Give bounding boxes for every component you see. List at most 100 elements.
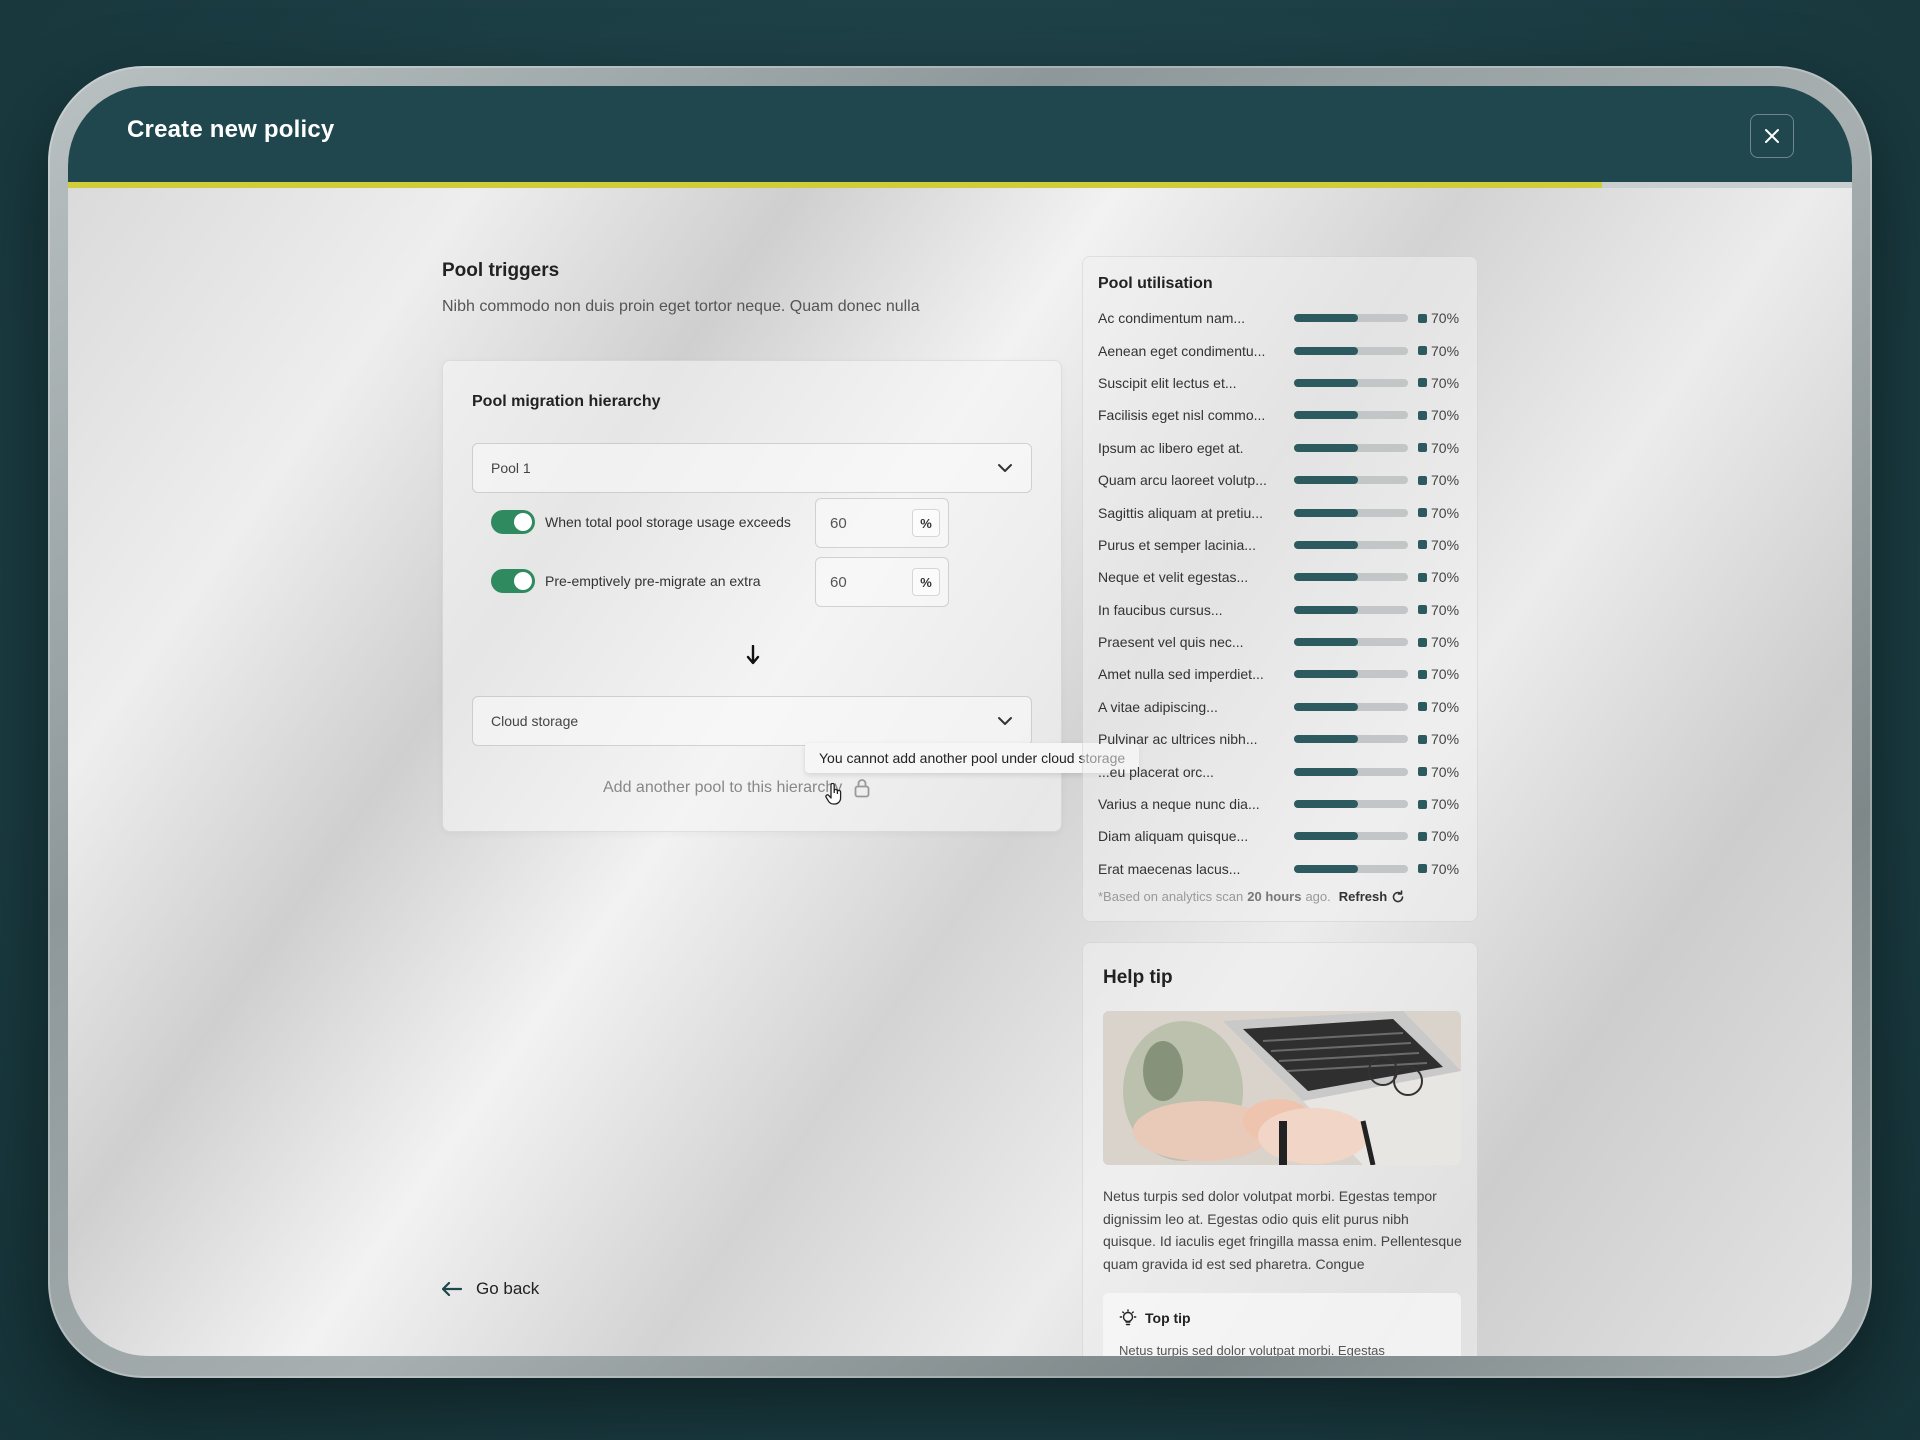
utilisation-legend-dot bbox=[1418, 799, 1427, 809]
main-content: Pool triggers Nibh commodo non duis proi… bbox=[442, 260, 1140, 832]
utilisation-bar bbox=[1294, 314, 1408, 323]
utilisation-percent: 70% bbox=[1431, 698, 1460, 715]
utilisation-row: Amet nulla sed imperdiet... 70% bbox=[1098, 658, 1468, 690]
utilisation-percent: 70% bbox=[1431, 407, 1460, 424]
utilisation-percent: 70% bbox=[1431, 763, 1460, 780]
premigrate-label: Pre-emptively pre-migrate an extra bbox=[545, 573, 761, 589]
utilisation-legend-dot bbox=[1418, 313, 1427, 323]
utilisation-label: Pulvinar ac ultrices nibh... bbox=[1098, 731, 1258, 748]
utilisation-bar bbox=[1294, 702, 1408, 711]
close-icon bbox=[1765, 129, 1779, 143]
utilisation-label: Suscipit elit lectus et... bbox=[1098, 374, 1237, 391]
utilisation-bar bbox=[1294, 378, 1408, 387]
top-tip-card: Top tip Netus turpis sed dolor volutpat … bbox=[1103, 1293, 1461, 1356]
progress-fill bbox=[68, 182, 1603, 188]
add-pool-label: Add another pool to this hierarchy bbox=[603, 779, 843, 796]
card-title: Pool migration hierarchy bbox=[472, 393, 661, 410]
utilisation-row: Ac condimentum nam... 70% bbox=[1098, 302, 1468, 334]
utilisation-percent: 70% bbox=[1431, 439, 1460, 456]
utilisation-legend-dot bbox=[1418, 702, 1427, 712]
usage-toggle[interactable] bbox=[491, 510, 535, 534]
utilisation-row: Sagittis aliquam at pretiu... 70% bbox=[1098, 496, 1468, 528]
premigrate-toggle[interactable] bbox=[491, 569, 535, 593]
utilisation-label: Varius a neque nunc dia... bbox=[1098, 796, 1260, 813]
utilisation-label: Quam arcu laoreet volutp... bbox=[1098, 472, 1267, 489]
utilisation-percent: 70% bbox=[1431, 310, 1460, 327]
utilisation-legend-dot bbox=[1418, 378, 1427, 388]
pool-select[interactable]: Pool 1 bbox=[472, 443, 1032, 493]
utilisation-bar-fill bbox=[1294, 832, 1358, 841]
utilisation-list: Ac condimentum nam... 70% Aenean eget cond… bbox=[1098, 302, 1468, 885]
utilisation-legend-dot bbox=[1418, 734, 1427, 744]
utilisation-row: ...eu placerat orc... 70% bbox=[1098, 755, 1468, 787]
utilisation-percent: 70% bbox=[1431, 860, 1460, 877]
utilisation-percent: 70% bbox=[1431, 504, 1460, 521]
utilisation-panel: Pool utilisation Ac condimentum nam... 70… bbox=[1082, 256, 1478, 922]
refresh-button[interactable]: Refresh bbox=[1339, 889, 1387, 904]
premigrate-value: 60 bbox=[830, 573, 847, 591]
utilisation-title: Pool utilisation bbox=[1098, 275, 1213, 292]
help-panel: Help tip Netus turpis sed dolor volutpat… bbox=[1082, 942, 1478, 1356]
utilisation-label: Facilisis eget nisl commo... bbox=[1098, 407, 1266, 424]
utilisation-row: In faucibus cursus... 70% bbox=[1098, 594, 1468, 626]
go-back-label: Go back bbox=[476, 1279, 540, 1298]
utilisation-label: Diam aliquam quisque... bbox=[1098, 828, 1249, 845]
utilisation-percent: 70% bbox=[1431, 731, 1460, 748]
usage-threshold-input[interactable]: 60 % bbox=[815, 498, 949, 548]
utilisation-legend-dot bbox=[1418, 831, 1427, 841]
utilisation-bar bbox=[1294, 411, 1408, 420]
lightbulb-icon bbox=[1119, 1309, 1137, 1326]
premigrate-input[interactable]: 60 % bbox=[815, 557, 949, 607]
laptop-photo-illustration bbox=[1103, 1011, 1461, 1165]
percent-unit: % bbox=[912, 568, 940, 596]
percent-unit: % bbox=[912, 509, 940, 537]
help-text: Netus turpis sed dolor volutpat morbi. E… bbox=[1103, 1188, 1462, 1272]
dialog-header: Create new policy bbox=[68, 86, 1852, 182]
utilisation-bar bbox=[1294, 800, 1408, 809]
arrow-down-icon bbox=[746, 645, 760, 665]
utilisation-row: A vitae adipiscing... 70% bbox=[1098, 691, 1468, 723]
utilisation-percent: 70% bbox=[1431, 634, 1460, 651]
utilisation-percent: 70% bbox=[1431, 569, 1460, 586]
utilisation-footnote: *Based on analytics scan 20 hours ago. R… bbox=[1098, 889, 1405, 904]
refresh-icon[interactable] bbox=[1391, 889, 1405, 904]
utilisation-label: Amet nulla sed imperdiet... bbox=[1098, 666, 1264, 683]
utilisation-bar bbox=[1294, 638, 1408, 647]
pool-select-value: Pool 1 bbox=[491, 460, 531, 476]
utilisation-bar-fill bbox=[1294, 573, 1358, 582]
utilisation-bar bbox=[1294, 573, 1408, 582]
section-description: Nibh commodo non duis proin eget tortor … bbox=[442, 298, 920, 315]
utilisation-bar-fill bbox=[1294, 540, 1358, 549]
utilisation-row: Ipsum ac libero eget at. 70% bbox=[1098, 432, 1468, 464]
usage-label: When total pool storage usage exceeds bbox=[545, 514, 791, 530]
utilisation-row: Varius a neque nunc dia... 70% bbox=[1098, 788, 1468, 820]
chevron-down-icon bbox=[998, 464, 1012, 472]
help-title: Help tip bbox=[1103, 967, 1173, 988]
storage-select[interactable]: Cloud storage bbox=[472, 696, 1032, 746]
utilisation-percent: 70% bbox=[1431, 828, 1460, 845]
storage-select-value: Cloud storage bbox=[491, 713, 579, 729]
utilisation-legend-dot bbox=[1418, 540, 1427, 550]
go-back-button[interactable]: Go back bbox=[442, 1279, 539, 1299]
usage-threshold-value: 60 bbox=[830, 514, 847, 532]
utilisation-bar-fill bbox=[1294, 702, 1358, 711]
utilisation-bar bbox=[1294, 346, 1408, 355]
close-button[interactable] bbox=[1750, 114, 1794, 158]
utilisation-bar-fill bbox=[1294, 443, 1358, 452]
utilisation-bar bbox=[1294, 670, 1408, 679]
utilisation-label: Aenean eget condimentu... bbox=[1098, 342, 1266, 359]
utilisation-legend-dot bbox=[1418, 669, 1427, 679]
utilisation-bar-fill bbox=[1294, 735, 1358, 744]
utilisation-row: Facilisis eget nisl commo... 70% bbox=[1098, 399, 1468, 431]
utilisation-row: Erat maecenas lacus... 70% bbox=[1098, 853, 1468, 885]
utilisation-label: Erat maecenas lacus... bbox=[1098, 860, 1241, 877]
utilisation-legend-dot bbox=[1418, 605, 1427, 615]
utilisation-legend-dot bbox=[1418, 410, 1427, 420]
utilisation-percent: 70% bbox=[1431, 796, 1460, 813]
arrow-left-icon bbox=[442, 1282, 462, 1296]
screen: Create new policy Pool triggers Nibh com… bbox=[68, 86, 1852, 1356]
utilisation-percent: 70% bbox=[1431, 666, 1460, 683]
chevron-down-icon bbox=[998, 717, 1012, 725]
lock-icon bbox=[854, 779, 870, 798]
hand-cursor-icon bbox=[825, 783, 842, 805]
